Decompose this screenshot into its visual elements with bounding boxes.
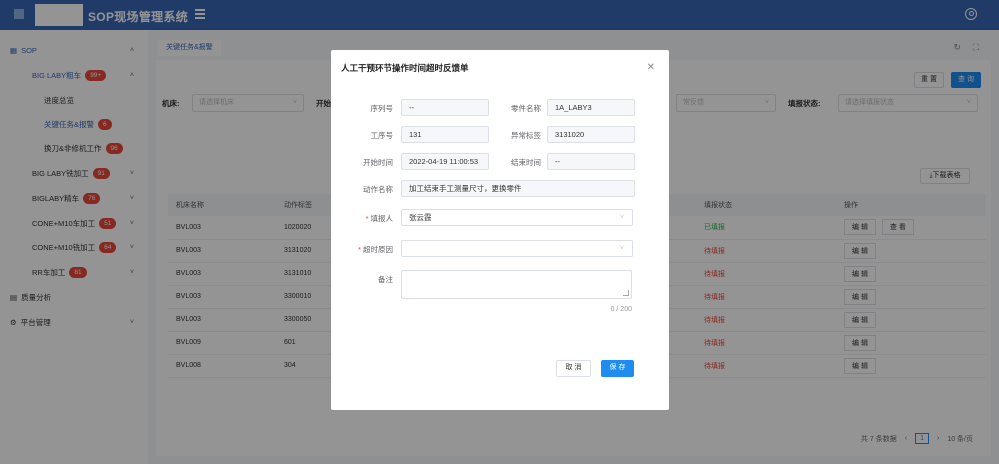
- note-char-counter: 0 / 200: [610, 306, 632, 313]
- reason-label: * 超时原因: [358, 245, 393, 254]
- step-field: 131: [401, 126, 489, 143]
- close-icon[interactable]: ✕: [647, 62, 655, 73]
- reporter-select[interactable]: 张云霞 ˅: [401, 209, 633, 226]
- step-label: 工序号: [370, 131, 394, 140]
- reporter-label: * 填报人: [365, 214, 393, 223]
- save-button[interactable]: 保 存: [601, 360, 634, 377]
- chevron-down-icon: ˅: [619, 214, 624, 221]
- end-time-field: --: [547, 153, 635, 170]
- dialog-title: 人工干预环节操作时间超时反馈单: [341, 63, 469, 73]
- chevron-down-icon: ˅: [619, 245, 624, 252]
- reason-select[interactable]: ˅: [401, 240, 633, 257]
- reporter-value: 张云霞: [409, 213, 432, 222]
- end-time-label: 结束时间: [511, 158, 541, 167]
- start-time-label: 开始时间: [363, 158, 393, 167]
- part-label: 零件名称: [511, 104, 541, 113]
- abnormal-label: 异常标签: [511, 131, 541, 140]
- action-label: 动作名称: [363, 185, 393, 194]
- abnormal-field: 3131020: [547, 126, 635, 143]
- serial-field: --: [401, 99, 489, 116]
- serial-label: 序列号: [370, 104, 394, 113]
- action-field: 加工结束手工测量尺寸，更换零件: [401, 180, 635, 197]
- start-time-field: 2022-04-19 11:00:53: [401, 153, 489, 170]
- part-field: 1A_LABY3: [547, 99, 635, 116]
- note-textarea[interactable]: [401, 270, 632, 299]
- cancel-button[interactable]: 取 消: [556, 360, 591, 377]
- timeout-feedback-dialog: 人工干预环节操作时间超时反馈单 ✕ 序列号 -- 零件名称 1A_LABY3 工…: [331, 50, 669, 410]
- note-label: 备注: [378, 275, 393, 284]
